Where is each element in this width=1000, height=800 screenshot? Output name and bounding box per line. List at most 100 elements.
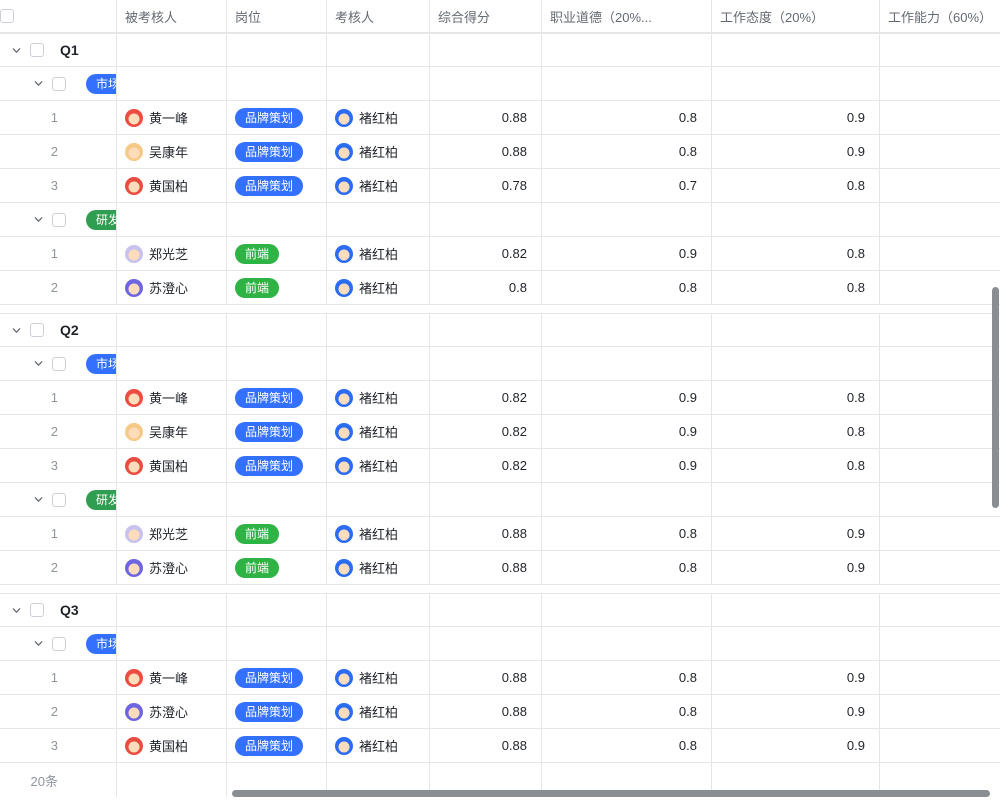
evaluator-cell[interactable]: 褚红柏 xyxy=(327,101,430,135)
select-all-checkbox[interactable] xyxy=(0,9,14,23)
ethics-score-cell[interactable]: 0.8 xyxy=(542,517,712,551)
assessee-cell[interactable]: 黄国柏 xyxy=(117,729,227,763)
assessee-cell[interactable]: 黄国柏 xyxy=(117,449,227,483)
overall-score-cell[interactable]: 0.82 xyxy=(430,237,542,271)
row-index-cell[interactable]: 2 xyxy=(0,271,117,305)
attitude-score-cell[interactable]: 0.9 xyxy=(712,135,880,169)
overall-score-cell[interactable]: 0.88 xyxy=(430,661,542,695)
evaluator-cell[interactable]: 褚红柏 xyxy=(327,381,430,415)
chevron-down-icon[interactable] xyxy=(32,78,44,90)
position-cell[interactable]: 品牌策划 xyxy=(227,695,327,729)
evaluator-cell[interactable]: 褚红柏 xyxy=(327,729,430,763)
vertical-scrollbar[interactable] xyxy=(992,287,999,508)
department-checkbox[interactable] xyxy=(52,357,66,371)
ability-score-cell[interactable] xyxy=(880,271,1000,305)
position-cell[interactable]: 品牌策划 xyxy=(227,381,327,415)
assessee-cell[interactable]: 郑光芝 xyxy=(117,237,227,271)
ability-score-cell[interactable] xyxy=(880,237,1000,271)
position-cell[interactable]: 品牌策划 xyxy=(227,449,327,483)
evaluator-cell[interactable]: 褚红柏 xyxy=(327,449,430,483)
ability-score-cell[interactable] xyxy=(880,551,1000,585)
ability-score-cell[interactable] xyxy=(880,135,1000,169)
ethics-score-cell[interactable]: 0.8 xyxy=(542,271,712,305)
row-index-cell[interactable]: 3 xyxy=(0,449,117,483)
overall-score-cell[interactable]: 0.8 xyxy=(430,271,542,305)
overall-score-cell[interactable]: 0.82 xyxy=(430,449,542,483)
attitude-score-cell[interactable]: 0.8 xyxy=(712,381,880,415)
position-cell[interactable]: 品牌策划 xyxy=(227,169,327,203)
position-cell[interactable]: 品牌策划 xyxy=(227,729,327,763)
overall-score-cell[interactable]: 0.88 xyxy=(430,729,542,763)
row-index-cell[interactable]: 1 xyxy=(0,101,117,135)
ability-score-cell[interactable] xyxy=(880,729,1000,763)
assessee-cell[interactable]: 苏澄心 xyxy=(117,271,227,305)
overall-score-cell[interactable]: 0.78 xyxy=(430,169,542,203)
assessee-cell[interactable]: 黄一峰 xyxy=(117,101,227,135)
column-header-evaluator[interactable]: 考核人 xyxy=(327,0,430,33)
evaluator-cell[interactable]: 褚红柏 xyxy=(327,237,430,271)
chevron-down-icon[interactable] xyxy=(32,214,44,226)
ethics-score-cell[interactable]: 0.8 xyxy=(542,729,712,763)
evaluator-cell[interactable]: 褚红柏 xyxy=(327,517,430,551)
overall-score-cell[interactable]: 0.88 xyxy=(430,551,542,585)
ethics-score-cell[interactable]: 0.9 xyxy=(542,237,712,271)
chevron-down-icon[interactable] xyxy=(32,638,44,650)
evaluator-cell[interactable]: 褚红柏 xyxy=(327,695,430,729)
overall-score-cell[interactable]: 0.88 xyxy=(430,517,542,551)
evaluator-cell[interactable]: 褚红柏 xyxy=(327,169,430,203)
column-header-ability[interactable]: 工作能力（60%） xyxy=(880,0,1000,33)
ability-score-cell[interactable] xyxy=(880,381,1000,415)
row-index-cell[interactable]: 2 xyxy=(0,695,117,729)
ethics-score-cell[interactable]: 0.8 xyxy=(542,695,712,729)
ability-score-cell[interactable] xyxy=(880,101,1000,135)
ethics-score-cell[interactable]: 0.9 xyxy=(542,449,712,483)
assessee-cell[interactable]: 吴康年 xyxy=(117,415,227,449)
position-cell[interactable]: 前端 xyxy=(227,517,327,551)
row-index-cell[interactable]: 1 xyxy=(0,381,117,415)
department-checkbox[interactable] xyxy=(52,77,66,91)
assessee-cell[interactable]: 苏澄心 xyxy=(117,695,227,729)
attitude-score-cell[interactable]: 0.9 xyxy=(712,517,880,551)
assessee-cell[interactable]: 黄一峰 xyxy=(117,381,227,415)
row-index-cell[interactable]: 3 xyxy=(0,729,117,763)
row-index-cell[interactable]: 2 xyxy=(0,135,117,169)
row-index-cell[interactable]: 2 xyxy=(0,551,117,585)
ethics-score-cell[interactable]: 0.8 xyxy=(542,661,712,695)
ethics-score-cell[interactable]: 0.8 xyxy=(542,551,712,585)
assessee-cell[interactable]: 黄一峰 xyxy=(117,661,227,695)
ability-score-cell[interactable] xyxy=(880,169,1000,203)
attitude-score-cell[interactable]: 0.9 xyxy=(712,101,880,135)
attitude-score-cell[interactable]: 0.8 xyxy=(712,271,880,305)
position-cell[interactable]: 品牌策划 xyxy=(227,135,327,169)
attitude-score-cell[interactable]: 0.8 xyxy=(712,415,880,449)
assessee-cell[interactable]: 黄国柏 xyxy=(117,169,227,203)
row-index-cell[interactable]: 1 xyxy=(0,237,117,271)
position-cell[interactable]: 品牌策划 xyxy=(227,101,327,135)
overall-score-cell[interactable]: 0.88 xyxy=(430,135,542,169)
evaluator-cell[interactable]: 褚红柏 xyxy=(327,135,430,169)
evaluator-cell[interactable]: 褚红柏 xyxy=(327,551,430,585)
attitude-score-cell[interactable]: 0.9 xyxy=(712,695,880,729)
chevron-down-icon[interactable] xyxy=(10,324,22,336)
position-cell[interactable]: 前端 xyxy=(227,271,327,305)
ethics-score-cell[interactable]: 0.8 xyxy=(542,135,712,169)
row-index-cell[interactable]: 1 xyxy=(0,517,117,551)
overall-score-cell[interactable]: 0.88 xyxy=(430,101,542,135)
column-header-position[interactable]: 岗位 xyxy=(227,0,327,33)
assessee-cell[interactable]: 郑光芝 xyxy=(117,517,227,551)
evaluator-cell[interactable]: 褚红柏 xyxy=(327,415,430,449)
overall-score-cell[interactable]: 0.82 xyxy=(430,381,542,415)
row-index-cell[interactable]: 1 xyxy=(0,661,117,695)
department-checkbox[interactable] xyxy=(52,213,66,227)
ethics-score-cell[interactable]: 0.9 xyxy=(542,415,712,449)
overall-score-cell[interactable]: 0.88 xyxy=(430,695,542,729)
position-cell[interactable]: 品牌策划 xyxy=(227,661,327,695)
ability-score-cell[interactable] xyxy=(880,449,1000,483)
chevron-down-icon[interactable] xyxy=(10,604,22,616)
chevron-down-icon[interactable] xyxy=(10,44,22,56)
row-index-cell[interactable]: 2 xyxy=(0,415,117,449)
chevron-down-icon[interactable] xyxy=(32,358,44,370)
assessee-cell[interactable]: 苏澄心 xyxy=(117,551,227,585)
position-cell[interactable]: 前端 xyxy=(227,237,327,271)
row-index-cell[interactable]: 3 xyxy=(0,169,117,203)
